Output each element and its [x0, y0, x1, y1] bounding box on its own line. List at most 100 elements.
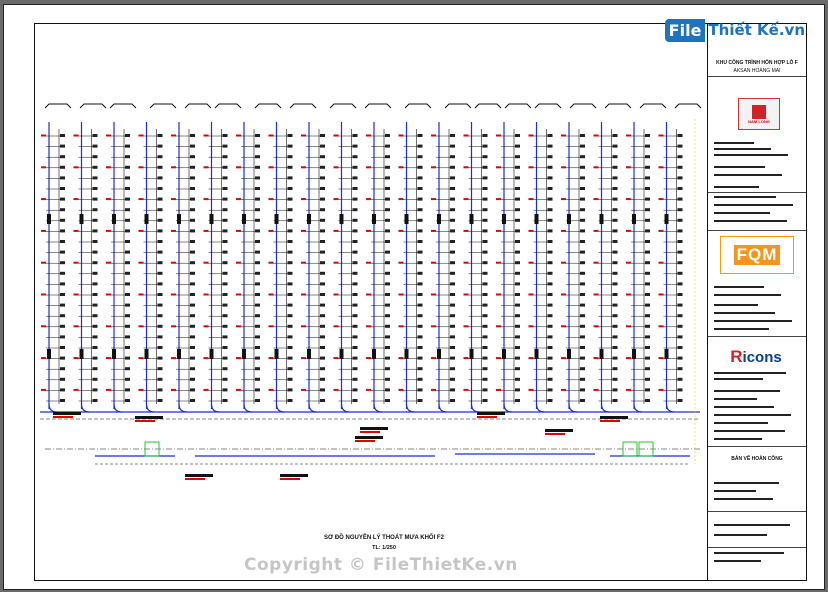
floor-label	[255, 282, 260, 286]
floor-label	[417, 155, 423, 159]
floor-label	[320, 250, 325, 254]
floor-label	[547, 165, 553, 169]
pipe-bend	[568, 403, 578, 413]
valve-mark	[372, 349, 376, 359]
floor-label	[677, 134, 683, 137]
floor-label	[125, 197, 130, 201]
floor-label	[645, 367, 650, 371]
floor-label	[515, 208, 520, 212]
floor-label	[157, 377, 163, 381]
level-mark	[626, 166, 631, 169]
level-mark	[301, 166, 306, 169]
level-mark	[366, 325, 371, 328]
floor-label	[190, 240, 195, 243]
tb-number-cell	[708, 511, 806, 548]
tb-text-line	[714, 204, 793, 206]
level-mark	[366, 229, 371, 232]
floor-label	[125, 377, 130, 381]
level-mark	[138, 229, 144, 232]
level-mark	[106, 325, 111, 328]
ricons-logo: Ricons	[720, 344, 792, 370]
floor-label	[580, 229, 585, 233]
floor-label	[580, 388, 585, 392]
floor-label	[580, 144, 585, 148]
floor-label	[92, 282, 98, 286]
floor-label	[482, 282, 488, 286]
floor-label	[287, 324, 293, 328]
floor-label	[352, 208, 358, 212]
level-mark	[203, 293, 209, 296]
annotation-accent	[477, 416, 497, 418]
floor-label	[677, 314, 683, 318]
floor-label	[417, 218, 423, 222]
valve-mark	[502, 214, 506, 224]
floor-label	[417, 187, 423, 190]
ricons-rest: icons	[742, 348, 782, 366]
floor-label	[385, 187, 390, 190]
pipe-bend	[535, 403, 545, 413]
floor-label	[320, 197, 325, 201]
tb-text-line	[714, 312, 775, 314]
floor-label	[287, 356, 293, 360]
floor-label	[417, 377, 423, 381]
floor-label	[417, 197, 423, 201]
floor-label	[385, 388, 390, 392]
floor-label	[645, 208, 650, 212]
level-mark	[301, 388, 306, 391]
floor-label	[352, 271, 358, 275]
floor-label	[287, 293, 293, 296]
level-mark	[236, 357, 241, 360]
floor-label	[320, 377, 325, 381]
floor-label	[547, 271, 553, 275]
floor-label	[60, 282, 65, 286]
floor-label	[450, 293, 455, 296]
level-mark	[431, 198, 436, 201]
floor-label	[515, 314, 520, 318]
floor-label	[287, 240, 293, 243]
floor-label	[677, 144, 683, 148]
valve-mark	[209, 214, 214, 224]
floor-label	[190, 208, 195, 212]
level-mark	[73, 325, 79, 328]
level-mark	[106, 198, 111, 201]
annotation-text	[600, 416, 628, 419]
floor-label	[385, 356, 390, 360]
pipe-bend	[665, 403, 675, 413]
valve-mark	[469, 214, 474, 224]
floor-label	[255, 314, 260, 318]
floor-label	[287, 229, 293, 233]
floor-label	[157, 165, 163, 169]
floor-label	[547, 282, 553, 286]
annotation-accent	[135, 420, 155, 422]
floor-label	[255, 165, 260, 169]
floor-label	[320, 324, 325, 328]
level-mark	[593, 357, 599, 360]
annotation-accent	[600, 420, 620, 422]
pipe-bend	[340, 403, 350, 413]
floor-label	[677, 176, 683, 180]
floor-label	[190, 250, 195, 254]
floor-label	[60, 324, 65, 328]
floor-label	[190, 282, 195, 286]
floor-label	[222, 293, 228, 296]
level-mark	[496, 261, 501, 264]
floor-label	[60, 314, 65, 318]
valve-mark	[274, 349, 279, 359]
floor-label	[645, 271, 650, 275]
floor-label	[352, 176, 358, 180]
floor-label	[287, 335, 293, 339]
level-mark	[626, 198, 631, 201]
valve-mark	[339, 214, 344, 224]
floor-label	[515, 155, 520, 159]
floor-label	[157, 261, 163, 265]
floor-label	[287, 176, 293, 180]
drawing-sheet: SƠ ĐỒ NGUYÊN LÝ THOÁT MƯA KHỐI F2 TL: 1/…	[3, 4, 825, 590]
floor-label	[157, 399, 163, 402]
floor-label	[60, 303, 65, 307]
pipe-bend	[48, 403, 58, 413]
floor-label	[612, 240, 618, 243]
floor-label	[60, 335, 65, 339]
floor-label	[482, 335, 488, 339]
roof-drain-cap	[404, 103, 432, 109]
floor-label	[515, 187, 520, 190]
